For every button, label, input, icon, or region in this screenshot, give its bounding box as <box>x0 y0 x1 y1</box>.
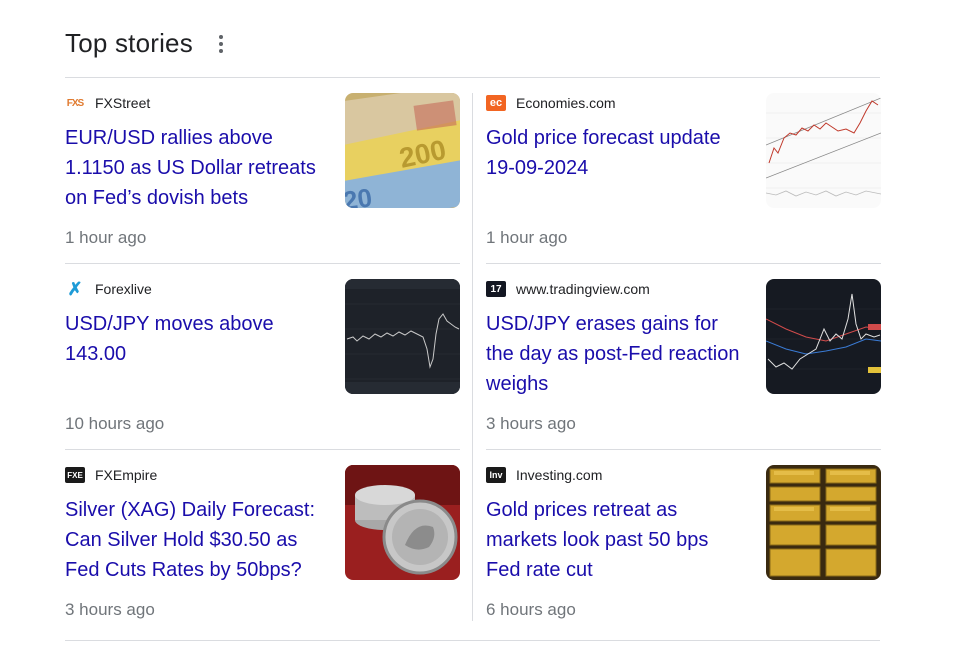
source-name: Economies.com <box>516 95 616 111</box>
usdjpy-chart-thumbnail[interactable] <box>766 279 881 394</box>
source-name: Forexlive <box>95 281 152 297</box>
story-card[interactable]: Inv Investing.com Gold prices retreat as… <box>486 450 881 636</box>
story-source[interactable]: FXE FXEmpire <box>65 466 157 484</box>
story-headline-link[interactable]: USD/JPY moves above 143.00 <box>65 309 325 369</box>
source-name: www.tradingview.com <box>516 281 650 297</box>
story-source[interactable]: ✗ Forexlive <box>65 279 152 299</box>
story-card[interactable]: FXE FXEmpire Silver (XAG) Daily Forecast… <box>65 450 460 636</box>
top-stories-header: Top stories <box>65 28 231 59</box>
forexlive-favicon-icon: ✗ <box>65 279 85 299</box>
banknotes-thumbnail[interactable]: 200 20 <box>345 93 460 208</box>
story-source[interactable]: FXS FXStreet <box>65 94 150 112</box>
story-headline-link[interactable]: Gold prices retreat as markets look past… <box>486 495 746 585</box>
story-source[interactable]: 17 www.tradingview.com <box>486 280 650 298</box>
stories-column-right: ec Economies.com Gold price forecast upd… <box>486 78 881 636</box>
story-headline-link[interactable]: Silver (XAG) Daily Forecast: Can Silver … <box>65 495 325 585</box>
story-card[interactable]: ✗ Forexlive USD/JPY moves above 143.00 1… <box>65 264 460 450</box>
investing-favicon-icon: Inv <box>486 467 506 483</box>
story-time: 1 hour ago <box>486 228 568 247</box>
story-headline-link[interactable]: EUR/USD rallies above 1.1150 as US Dolla… <box>65 123 325 213</box>
tradingview-favicon-icon: 17 <box>486 281 506 297</box>
story-card[interactable]: FXS FXStreet EUR/USD rallies above 1.115… <box>65 78 460 264</box>
fxempire-favicon-icon: FXE <box>65 467 85 483</box>
story-time: 1 hour ago <box>65 228 147 247</box>
story-card[interactable]: ec Economies.com Gold price forecast upd… <box>486 78 881 264</box>
price-chart-thumbnail[interactable] <box>345 279 460 394</box>
gold-chart-thumbnail[interactable] <box>766 93 881 208</box>
story-source[interactable]: Inv Investing.com <box>486 466 602 484</box>
section-title: Top stories <box>65 28 193 58</box>
story-headline-link[interactable]: Gold price forecast update 19-09-2024 <box>486 123 746 183</box>
economies-favicon-icon: ec <box>486 95 506 111</box>
source-name: FXEmpire <box>95 467 158 483</box>
silver-coins-thumbnail[interactable] <box>345 465 460 580</box>
fxstreet-favicon-icon: FXS <box>65 95 85 111</box>
gold-bars-thumbnail[interactable] <box>766 465 881 580</box>
story-time: 10 hours ago <box>65 414 165 433</box>
story-card[interactable]: 17 www.tradingview.com USD/JPY erases ga… <box>486 264 881 450</box>
story-time: 3 hours ago <box>65 600 155 619</box>
svg-text:20: 20 <box>345 182 374 208</box>
source-name: Investing.com <box>516 467 603 483</box>
story-source[interactable]: ec Economies.com <box>486 94 616 112</box>
bottom-divider <box>65 640 880 641</box>
story-headline-link[interactable]: USD/JPY erases gains for the day as post… <box>486 309 746 399</box>
stories-column-left: FXS FXStreet EUR/USD rallies above 1.115… <box>65 78 460 636</box>
story-time: 6 hours ago <box>486 600 576 619</box>
story-time: 3 hours ago <box>486 414 576 433</box>
more-options-icon[interactable] <box>211 32 231 56</box>
source-name: FXStreet <box>95 95 151 111</box>
column-divider <box>472 93 473 621</box>
